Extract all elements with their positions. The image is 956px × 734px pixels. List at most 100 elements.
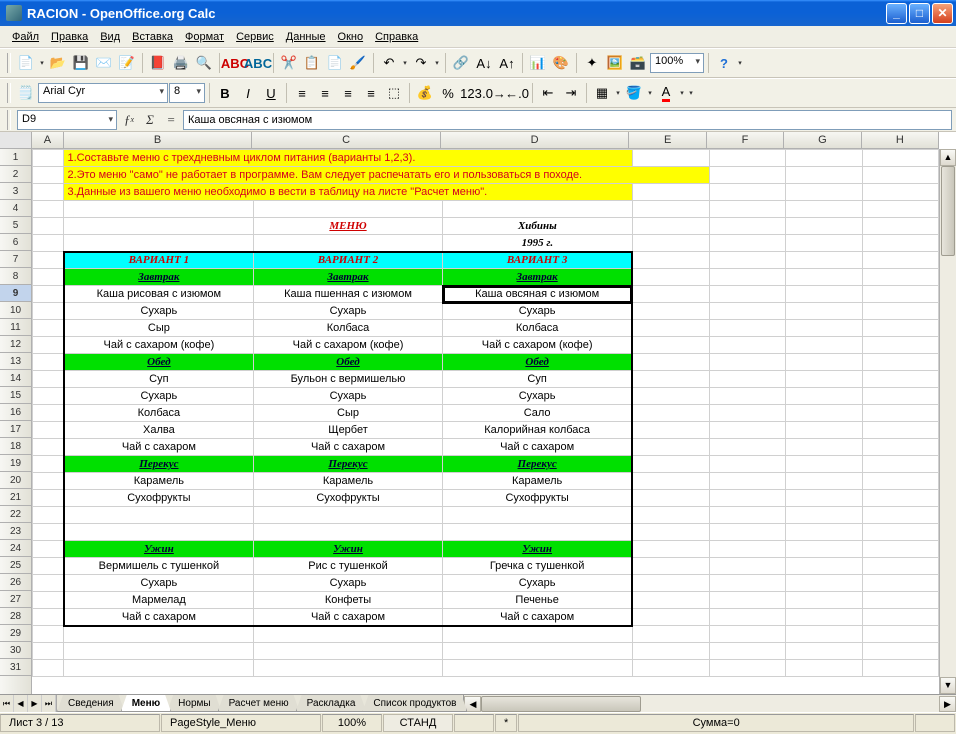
borders-dropdown[interactable]: ▾ bbox=[614, 82, 622, 104]
spellcheck-button[interactable]: ABC bbox=[224, 52, 246, 74]
bgcolor-dropdown[interactable]: ▾ bbox=[646, 82, 654, 104]
cell-C15[interactable]: Сухарь bbox=[253, 388, 442, 405]
cell-B11[interactable]: Сыр bbox=[64, 320, 253, 337]
decrease-indent-button[interactable]: ⇤ bbox=[537, 82, 559, 104]
cell-D27[interactable]: Печенье bbox=[443, 592, 632, 609]
cell-D23[interactable] bbox=[443, 524, 632, 541]
cell-B26[interactable]: Сухарь bbox=[64, 575, 253, 592]
format-paint-button[interactable]: 🖌️ bbox=[347, 52, 369, 74]
col-header-C[interactable]: C bbox=[252, 132, 441, 148]
cell-C21[interactable]: Сухофрукты bbox=[253, 490, 442, 507]
minimize-button[interactable]: _ bbox=[886, 3, 907, 24]
zoom-combo[interactable]: 100% bbox=[650, 53, 704, 73]
col-header-F[interactable]: F bbox=[707, 132, 784, 148]
save-button[interactable]: 💾 bbox=[70, 52, 92, 74]
cell-C22[interactable] bbox=[253, 507, 442, 524]
cell-reference-box[interactable]: D9 bbox=[17, 110, 117, 130]
row-header-1[interactable]: 1 bbox=[0, 149, 31, 166]
cell-D17[interactable]: Калорийная колбаса bbox=[443, 422, 632, 439]
row-header-29[interactable]: 29 bbox=[0, 625, 31, 642]
cell-snack-h-1[interactable]: Перекус bbox=[64, 456, 253, 473]
menu-format[interactable]: Формат bbox=[179, 29, 230, 45]
hscroll-thumb[interactable] bbox=[481, 696, 641, 712]
sum-button[interactable]: Σ bbox=[141, 111, 159, 129]
cell-B23[interactable] bbox=[64, 524, 253, 541]
cell-D11[interactable]: Колбаса bbox=[443, 320, 632, 337]
cell-breakfast-h-3[interactable]: Завтрак bbox=[443, 269, 632, 286]
cell-instruction-2[interactable]: 2.Это меню "само" не работает в программ… bbox=[64, 167, 709, 184]
row-header-6[interactable]: 6 bbox=[0, 234, 31, 251]
new-dropdown[interactable]: ▾ bbox=[38, 52, 46, 74]
cell-C23[interactable] bbox=[253, 524, 442, 541]
bold-button[interactable]: B bbox=[214, 82, 236, 104]
sort-desc-button[interactable]: A↑ bbox=[496, 52, 518, 74]
new-doc-button[interactable]: 📄 bbox=[15, 52, 37, 74]
cell-lunch-h-1[interactable]: Обед bbox=[64, 354, 253, 371]
status-mode[interactable]: СТАНД bbox=[383, 714, 453, 732]
fontcolor-dropdown[interactable]: ▾ bbox=[678, 82, 686, 104]
redo-button[interactable]: ↷ bbox=[410, 52, 432, 74]
cell-dinner-h-1[interactable]: Ужин bbox=[64, 541, 253, 558]
font-size-combo[interactable]: 8 bbox=[169, 83, 205, 103]
underline-button[interactable]: U bbox=[260, 82, 282, 104]
cell-D16[interactable]: Сало bbox=[443, 405, 632, 422]
cell-grid[interactable]: 1.Составьте меню с трехдневным циклом пи… bbox=[32, 149, 939, 694]
menu-edit[interactable]: Правка bbox=[45, 29, 94, 45]
cell-variant-1[interactable]: ВАРИАНТ 1 bbox=[64, 252, 253, 269]
help-button[interactable]: ? bbox=[713, 52, 735, 74]
cell-snack-h-2[interactable]: Перекус bbox=[253, 456, 442, 473]
email-button[interactable]: ✉️ bbox=[93, 52, 115, 74]
cell-D10[interactable]: Сухарь bbox=[443, 303, 632, 320]
open-button[interactable]: 📂 bbox=[47, 52, 69, 74]
cell-snack-h-3[interactable]: Перекус bbox=[443, 456, 632, 473]
cell-C10[interactable]: Сухарь bbox=[253, 303, 442, 320]
row-header-5[interactable]: 5 bbox=[0, 217, 31, 234]
cell-dinner-h-2[interactable]: Ужин bbox=[253, 541, 442, 558]
col-header-A[interactable]: A bbox=[32, 132, 64, 148]
copy-button[interactable]: 📋 bbox=[301, 52, 323, 74]
row-header-9[interactable]: 9 bbox=[0, 285, 31, 302]
row-header-13[interactable]: 13 bbox=[0, 353, 31, 370]
cell-year[interactable]: 1995 г. bbox=[443, 235, 632, 252]
undo-dropdown[interactable]: ▾ bbox=[401, 52, 409, 74]
vertical-scrollbar[interactable]: ▲ ▼ bbox=[939, 149, 956, 694]
cell-D20[interactable]: Карамель bbox=[443, 473, 632, 490]
cell-D15[interactable]: Сухарь bbox=[443, 388, 632, 405]
status-zoom[interactable]: 100% bbox=[322, 714, 382, 732]
row-header-10[interactable]: 10 bbox=[0, 302, 31, 319]
cell-B21[interactable]: Сухофрукты bbox=[64, 490, 253, 507]
cell-instruction-3[interactable]: 3.Данные из вашего меню необходимо в вес… bbox=[64, 184, 632, 201]
cell-B20[interactable]: Карамель bbox=[64, 473, 253, 490]
tab-last-button[interactable]: ⏭ bbox=[42, 695, 56, 712]
cell-B9[interactable]: Каша рисовая с изюмом bbox=[64, 286, 253, 303]
formula-input[interactable] bbox=[183, 110, 952, 130]
sheet-tab-3[interactable]: Расчет меню bbox=[218, 695, 300, 712]
cell-D28[interactable]: Чай с сахаром bbox=[443, 609, 632, 626]
cell-D14[interactable]: Суп bbox=[443, 371, 632, 388]
scroll-thumb[interactable] bbox=[941, 166, 955, 256]
toolbar-overflow[interactable]: ▾ bbox=[736, 52, 744, 74]
row-header-7[interactable]: 7 bbox=[0, 251, 31, 268]
row-header-8[interactable]: 8 bbox=[0, 268, 31, 285]
export-pdf-button[interactable]: 📕 bbox=[147, 52, 169, 74]
menu-help[interactable]: Справка bbox=[369, 29, 424, 45]
menu-file[interactable]: Файл bbox=[6, 29, 45, 45]
number-std-button[interactable]: 123 bbox=[460, 82, 482, 104]
gallery-button[interactable]: 🖼️ bbox=[604, 52, 626, 74]
menu-view[interactable]: Вид bbox=[94, 29, 126, 45]
toolbar-grip[interactable] bbox=[7, 110, 11, 130]
cell-D25[interactable]: Гречка с тушенкой bbox=[443, 558, 632, 575]
cell-C9[interactable]: Каша пшенная с изюмом bbox=[253, 286, 442, 303]
sheet-tab-0[interactable]: Сведения bbox=[57, 695, 125, 712]
styles-button[interactable]: 🗒️ bbox=[15, 82, 37, 104]
cell-C18[interactable]: Чай с сахаром bbox=[253, 439, 442, 456]
percent-button[interactable]: % bbox=[437, 82, 459, 104]
row-header-22[interactable]: 22 bbox=[0, 506, 31, 523]
cell-D21[interactable]: Сухофрукты bbox=[443, 490, 632, 507]
cell-C11[interactable]: Колбаса bbox=[253, 320, 442, 337]
sort-asc-button[interactable]: A↓ bbox=[473, 52, 495, 74]
row-header-11[interactable]: 11 bbox=[0, 319, 31, 336]
cell-D26[interactable]: Сухарь bbox=[443, 575, 632, 592]
cell-B17[interactable]: Халва bbox=[64, 422, 253, 439]
increase-indent-button[interactable]: ⇥ bbox=[560, 82, 582, 104]
